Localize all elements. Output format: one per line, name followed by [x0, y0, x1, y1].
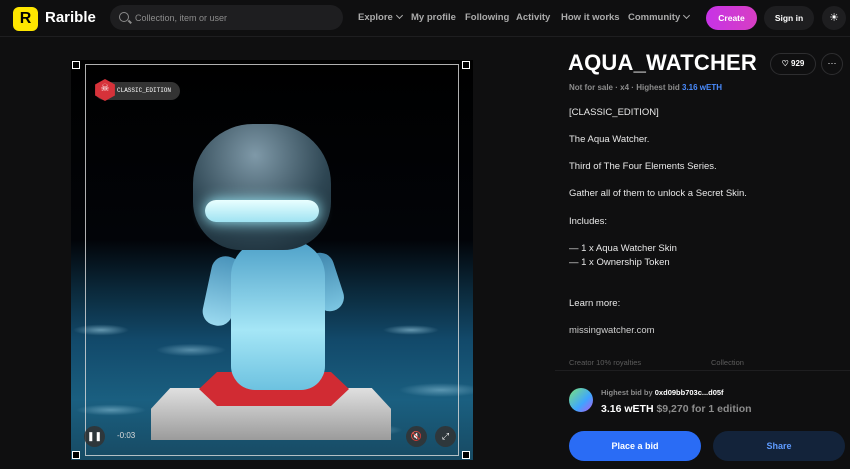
highest-bid-label: Highest bid — [636, 83, 680, 92]
edition-badge-label: CLASSIC_EDITION — [117, 87, 172, 94]
fullscreen-icon: ⤢ — [441, 431, 450, 441]
bid-amount-row: 3.16 wETH $9,270 for 1 edition — [601, 403, 752, 415]
frame-corner-handle — [462, 61, 470, 69]
nav-how-it-works[interactable]: How it works — [561, 12, 620, 23]
item-title: AQUA_WATCHER — [568, 50, 757, 75]
sale-status: Not for sale — [569, 83, 614, 92]
description-line: Includes: — [569, 216, 608, 227]
collection-label: Collection — [711, 358, 744, 367]
video-time: -0:03 — [117, 431, 136, 440]
rarible-logo-icon[interactable]: R — [13, 7, 38, 31]
share-button[interactable]: Share — [713, 431, 845, 461]
create-button[interactable]: Create — [706, 6, 757, 30]
nav-explore[interactable]: Explore — [358, 11, 403, 23]
more-icon: ··· — [827, 58, 837, 68]
nft-media-player[interactable]: ☠ CLASSIC_EDITION ❚❚ -0:03 🔇 ⤢ — [71, 60, 473, 460]
search-box[interactable] — [110, 5, 343, 30]
learn-more-link[interactable]: missingwatcher.com — [569, 325, 655, 336]
mute-button[interactable]: 🔇 — [406, 426, 427, 447]
like-count: 929 — [791, 59, 805, 68]
meta-separator: · — [631, 83, 634, 92]
like-button[interactable]: ♡ 929 — [770, 53, 816, 75]
logo-text[interactable]: Rarible — [45, 9, 96, 26]
nav-activity[interactable]: Activity — [516, 12, 550, 23]
search-input[interactable] — [133, 11, 327, 24]
item-meta: Not for sale · x4 · Highest bid 3.16 wET… — [569, 83, 722, 92]
frame-corner-handle — [72, 61, 80, 69]
mute-icon: 🔇 — [410, 431, 423, 441]
sign-in-button[interactable]: Sign in — [764, 6, 814, 30]
description-line: The Aqua Watcher. — [569, 134, 650, 145]
description-line: [CLASSIC_EDITION] — [569, 107, 659, 118]
edition-badge: ☠ CLASSIC_EDITION — [95, 79, 181, 101]
nav-explore-label: Explore — [358, 12, 393, 23]
search-icon — [119, 12, 129, 22]
pause-button[interactable]: ❚❚ — [84, 426, 105, 447]
description-line: Third of The Four Elements Series. — [569, 161, 717, 172]
media-frame — [85, 64, 459, 456]
heart-icon: ♡ — [781, 59, 789, 68]
more-options-button[interactable]: ··· — [821, 53, 843, 75]
royalties-text: 10% royalties — [596, 358, 642, 367]
description-line: Gather all of them to unlock a Secret Sk… — [569, 188, 747, 199]
fullscreen-button[interactable]: ⤢ — [435, 426, 456, 447]
description-line: Learn more: — [569, 298, 621, 309]
chevron-down-icon — [683, 11, 691, 20]
nav-my-profile[interactable]: My profile — [411, 12, 456, 23]
bidder-address[interactable]: 0xd09bb703c...d05f — [655, 388, 724, 397]
nav-community[interactable]: Community — [628, 11, 691, 23]
place-bid-button[interactable]: Place a bid — [569, 431, 701, 461]
chevron-down-icon — [395, 11, 403, 20]
bidder-avatar[interactable] — [569, 388, 593, 412]
bid-amount: 3.16 wETH — [601, 403, 654, 415]
highest-bid-by-label: Highest bid by — [601, 388, 653, 397]
highest-bid-by: Highest bid by 0xd09bb703c...d05f — [601, 388, 724, 397]
edition-count: x4 — [620, 83, 630, 92]
top-navigation-bar: R Rarible Explore My profile Following A… — [0, 0, 850, 37]
nav-community-label: Community — [628, 12, 681, 23]
description-line: — 1 x Ownership Token — [569, 257, 670, 268]
creator-label-text: Creator — [569, 358, 595, 367]
bid-fiat: $9,270 for 1 edition — [656, 403, 752, 415]
theme-toggle-button[interactable]: ☀ — [822, 6, 846, 30]
highest-bid-value: 3.16 wETH — [682, 83, 723, 92]
sun-icon: ☀ — [829, 12, 839, 24]
creator-label: Creator 10% royalties — [569, 358, 641, 367]
meta-separator: · — [615, 83, 618, 92]
frame-corner-handle — [72, 451, 80, 459]
frame-corner-handle — [462, 451, 470, 459]
pause-icon: ❚❚ — [86, 431, 103, 441]
description-line: — 1 x Aqua Watcher Skin — [569, 243, 677, 254]
nav-following[interactable]: Following — [465, 12, 509, 23]
